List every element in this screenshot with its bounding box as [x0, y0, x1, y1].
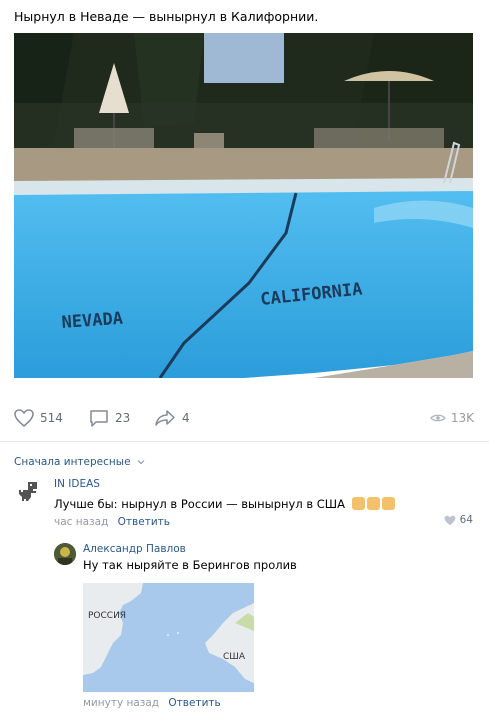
post-photo[interactable]: NEVADA CALIFORNIA	[14, 33, 473, 378]
comment-count: 23	[115, 411, 131, 425]
russia-label: РОССИЯ	[88, 611, 126, 621]
heart-icon	[444, 515, 456, 525]
reply-button[interactable]: Ответить	[168, 697, 220, 709]
thumbs-up-icon	[367, 497, 381, 510]
avatar-image	[54, 543, 76, 565]
nevada-label: NEVADA	[61, 309, 124, 333]
comment-author[interactable]: Александр Павлов	[83, 543, 297, 555]
comment-author[interactable]: IN IDEAS	[54, 478, 395, 490]
eye-icon	[430, 414, 446, 422]
heart-icon	[14, 409, 34, 427]
usa-label: США	[223, 652, 246, 662]
avatar[interactable]	[15, 478, 43, 506]
comment-like-count: 64	[459, 514, 473, 526]
comment: IN IDEAS Лучше бы: нырнул в России — вын…	[54, 478, 396, 528]
comment-sort-dropdown[interactable]: Сначала интересные	[14, 456, 145, 468]
comment-time[interactable]: минуту назад	[83, 697, 159, 709]
share-icon	[155, 410, 175, 426]
comment-button[interactable]: 23	[89, 405, 130, 431]
chevron-down-icon	[137, 460, 145, 465]
pool-photo: NEVADA CALIFORNIA	[14, 33, 473, 378]
like-count: 514	[40, 411, 63, 425]
bering-strait-map: РОССИЯ США	[83, 583, 254, 692]
comment-meta: минуту назад Ответить	[83, 697, 221, 709]
like-button[interactable]: 514	[14, 405, 63, 431]
share-button[interactable]: 4	[154, 405, 190, 431]
thumbs-up-icon	[352, 497, 366, 510]
post-text: Нырнул в Неваде — вынырнул в Калифорнии.	[14, 9, 319, 24]
sort-label: Сначала интересные	[14, 456, 131, 468]
divider	[0, 441, 489, 442]
comment-time[interactable]: час назад	[54, 516, 108, 528]
reply-button[interactable]: Ответить	[118, 516, 170, 528]
comment-map-image[interactable]: РОССИЯ США	[83, 583, 254, 692]
dino-icon	[19, 482, 37, 501]
view-count: 13K	[450, 411, 474, 425]
post-actions: 514 23 4 13K	[14, 405, 474, 431]
view-counter: 13K	[430, 405, 474, 431]
comment: Александр Павлов Ну так ныряйте в Беринг…	[83, 543, 297, 572]
avatar[interactable]	[54, 543, 76, 565]
share-count: 4	[182, 411, 190, 425]
comment-text: Лучше бы: нырнул в России — вынырнул в С…	[54, 497, 345, 511]
comment-icon	[90, 410, 108, 427]
comment-like-button[interactable]: 64	[444, 514, 473, 526]
thumbs-up-icon	[382, 497, 396, 510]
comment-text: Ну так ныряйте в Берингов пролив	[83, 558, 297, 572]
